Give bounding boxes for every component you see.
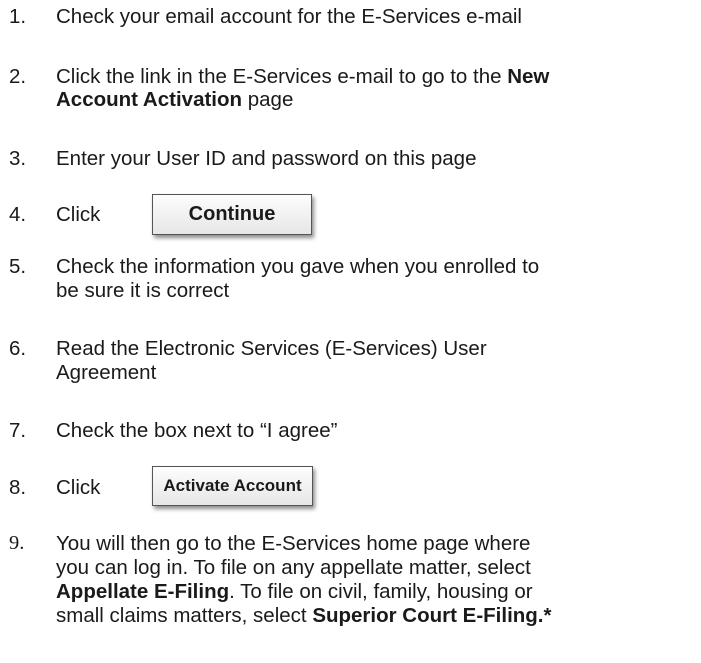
step-number: 5. — [9, 255, 27, 278]
step-text-bold: Account Activation — [56, 88, 243, 111]
step-number: 8. — [9, 476, 27, 499]
step-text-line-2: Account Activation page — [56, 87, 293, 112]
activate-account-button[interactable]: Activate Account — [152, 466, 313, 506]
step-text-plain: page — [242, 88, 294, 111]
step-text: Click — [56, 203, 101, 226]
step-text-line-2: be sure it is correct — [56, 279, 230, 302]
step-text-line-2: Agreement — [56, 361, 157, 384]
step-number: 1. — [9, 5, 27, 28]
step-text-line-1: Read the Electronic Services (E-Services… — [56, 337, 487, 360]
step-number: 2. — [9, 65, 27, 88]
step-text: Click — [56, 476, 101, 499]
step-text-bold: Superior Court E-Filing.* — [312, 604, 552, 627]
step-text-bold: Appellate E-Filing — [56, 580, 230, 603]
continue-button[interactable]: Continue — [152, 194, 312, 235]
step-number: 9. — [9, 532, 25, 554]
step-number: 6. — [9, 337, 27, 360]
step-text: Check your email account for the E-Servi… — [56, 5, 522, 28]
step-number: 3. — [9, 147, 27, 170]
step-text-line-4: small claims matters, select Superior Co… — [56, 603, 551, 628]
step-text-bold: New — [507, 65, 550, 88]
step-text-plain: Click the link in the E-Services e-mail … — [56, 65, 508, 88]
step-text: Enter your User ID and password on this … — [56, 147, 477, 170]
step-text-plain: . To file on civil, family, housing or — [229, 580, 533, 603]
step-text-line-1: Check the information you gave when you … — [56, 255, 540, 278]
step-text-line-3: Appellate E-Filing. To file on civil, fa… — [56, 579, 533, 604]
step-number: 4. — [9, 203, 27, 226]
step-text-line-1: You will then go to the E-Services home … — [56, 532, 531, 555]
step-text-plain: small claims matters, select — [56, 604, 313, 627]
step-text-line-1: Click the link in the E-Services e-mail … — [56, 64, 549, 89]
step-number: 7. — [9, 419, 27, 442]
step-text-line-2: you can log in. To file on any appellate… — [56, 556, 531, 579]
step-text: Check the box next to “I agree” — [56, 419, 338, 442]
